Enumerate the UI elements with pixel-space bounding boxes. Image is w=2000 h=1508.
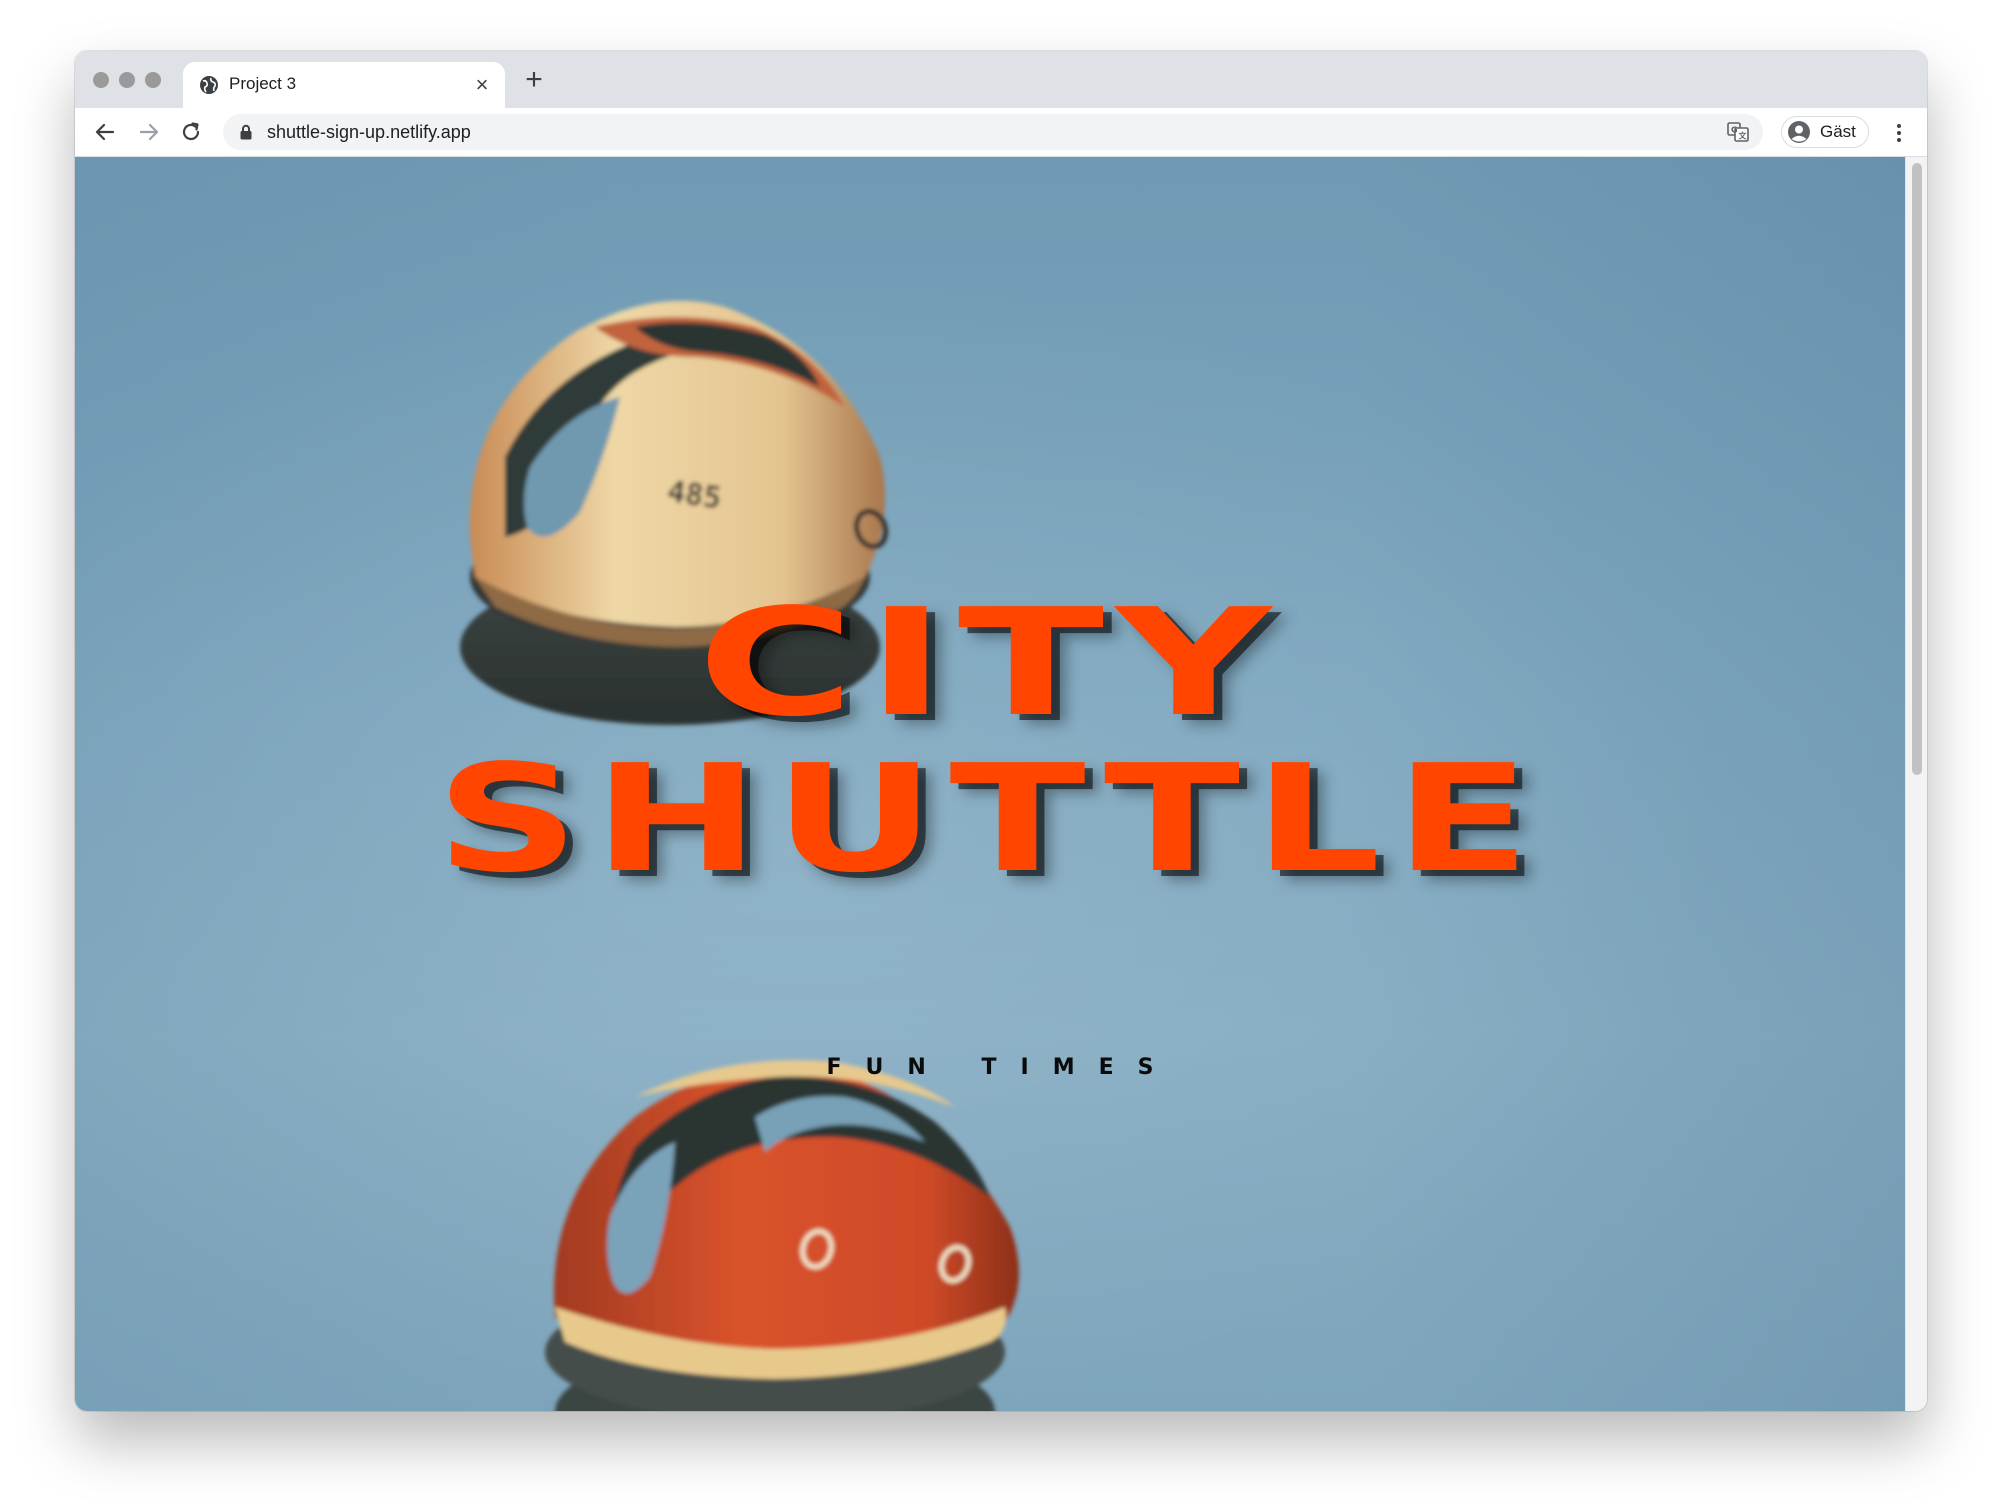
maximize-window-button[interactable] [145, 72, 161, 88]
svg-text:G: G [1731, 126, 1738, 135]
plus-icon[interactable]: + [519, 65, 549, 95]
reload-icon[interactable] [179, 120, 203, 144]
scrollbar-thumb[interactable] [1912, 163, 1922, 775]
lock-icon[interactable] [239, 124, 253, 140]
lower-shuttle-pod [545, 1060, 1019, 1411]
tab-project-3[interactable]: Project 3 × [183, 62, 505, 108]
svg-text:485: 485 [665, 474, 724, 516]
tagline: FUN TIMES [826, 1055, 1178, 1080]
tab-strip: Project 3 × + [75, 51, 1927, 108]
arrow-left-icon[interactable] [93, 120, 117, 144]
svg-text:文: 文 [1739, 131, 1748, 141]
hero-title-line2: SHUTTLE [435, 733, 1545, 905]
translate-icon[interactable]: G 文 [1727, 122, 1749, 142]
profile-button[interactable]: Gäst [1781, 116, 1869, 148]
browser-window: Project 3 × + shuttle-sign-up.netlify.ap… [75, 51, 1927, 1411]
kebab-menu-icon[interactable] [1887, 121, 1911, 145]
minimize-window-button[interactable] [119, 72, 135, 88]
address-bar[interactable]: shuttle-sign-up.netlify.app G 文 [223, 114, 1763, 150]
avatar-icon [1788, 121, 1810, 143]
profile-label: Gäst [1820, 122, 1856, 141]
globe-icon [200, 76, 218, 94]
close-icon[interactable]: × [471, 74, 493, 96]
close-window-button[interactable] [93, 72, 109, 88]
page-viewport: 485 CITY SHUTTLE FUN TIMES [75, 157, 1905, 1411]
toolbar: shuttle-sign-up.netlify.app G 文 Gäst [75, 108, 1927, 157]
url-text[interactable]: shuttle-sign-up.netlify.app [267, 122, 471, 143]
arrow-right-icon[interactable] [137, 120, 161, 144]
tab-title: Project 3 [229, 74, 297, 93]
scrollbar[interactable] [1905, 157, 1927, 1411]
hero-title-line1: CITY [697, 577, 1283, 749]
